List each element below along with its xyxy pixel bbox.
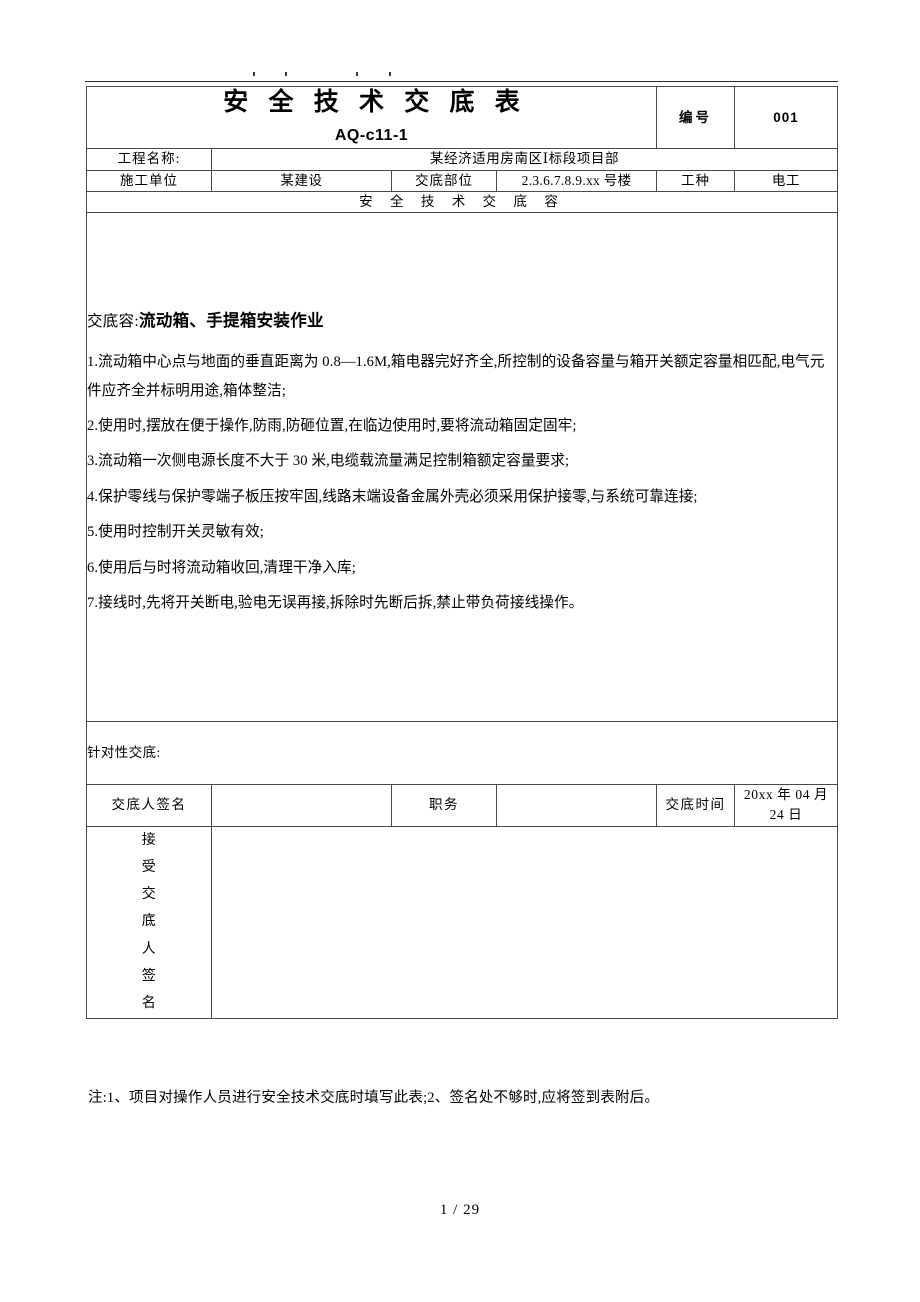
form-number-label: 编号 (656, 85, 736, 150)
receiver-label-char: 名 (141, 996, 157, 1012)
header-tick-mark (356, 72, 358, 76)
content-item: 7.接线时,先将开关断电,验电无误再接,拆除时先断后拆,禁止带负荷接线操作。 (87, 595, 584, 612)
receiver-signature-field[interactable] (210, 825, 839, 1019)
position-label: 职务 (391, 784, 497, 827)
receiver-label-char: 底 (141, 914, 157, 930)
header-rule (85, 81, 838, 82)
content-subject-label: 交底容: (87, 313, 140, 331)
content-item: 2.使用时,摆放在便于操作,防雨,防砸位置,在临边使用时,要将流动箱固定固牢; (87, 417, 577, 434)
content-item: 3.流动箱一次侧电源长度不大于 30 米,电缆载流量满足控制箱额定容量要求; (87, 453, 570, 470)
content-item: 6.使用后与时将流动箱收回,清理干净入库; (87, 559, 356, 576)
content-subject: 交底容:流动箱、手提箱安装作业 (87, 309, 837, 334)
form-title-row: 安 全 技 术 交 底 表 AQ-c11-1 编号 001 (85, 85, 839, 150)
header-tick-mark (389, 72, 391, 76)
receiver-signature-label: 接 受 交 底 人 签 名 (86, 825, 212, 1019)
receiver-signature-label-text: 接 受 交 底 人 签 名 (142, 827, 157, 1018)
presenter-signature-label: 交底人签名 (86, 784, 212, 827)
targeted-disclosure-label: 针对性交底: (87, 744, 161, 760)
receiver-label-char: 交 (141, 887, 157, 903)
construction-unit-row: 施工单位 某建设 交底部位 2.3.6.7.8.9.xx 号楼 工种 电工 (86, 169, 839, 192)
form-code: AQ-c11-1 (334, 127, 409, 145)
form-number-value: 001 (734, 85, 839, 150)
page-header-band (0, 0, 920, 86)
disclosure-part-value[interactable]: 2.3.6.7.8.9.xx 号楼 (495, 169, 658, 192)
trade-label: 工种 (656, 169, 736, 192)
content-item: 5.使用时控制开关灵敏有效; (87, 524, 264, 541)
form-title-cell: 安 全 技 术 交 底 表 AQ-c11-1 (85, 85, 658, 150)
section-heading: 安 全 技 术 交 底 容 (85, 190, 839, 214)
construction-unit-value[interactable]: 某建设 (211, 169, 392, 192)
disclosure-time-value[interactable]: 20xx 年 04 月 24 日 (734, 784, 839, 827)
content-item: 4.保护零线与保护零端子板压按牢固,线路末端设备金属外壳必须采用保护接零,与系统… (87, 488, 698, 505)
section-heading-row: 安 全 技 术 交 底 容 (85, 190, 839, 214)
receiver-label-char: 受 (141, 859, 157, 875)
receiver-signature-row: 接 受 交 底 人 签 名 (86, 825, 839, 1019)
header-tick-mark (285, 72, 287, 76)
project-name-label: 工程名称: (86, 148, 212, 171)
position-field[interactable] (495, 784, 658, 827)
receiver-label-char: 签 (141, 968, 157, 984)
content-item: 1.流动箱中心点与地面的垂直距离为 0.8—1.6M,箱电器完好齐全,所控制的设… (87, 354, 825, 399)
project-name-value[interactable]: 某经济适用房南区Ⅰ标段项目部 (210, 148, 839, 171)
disclosure-time-label: 交底时间 (656, 784, 736, 827)
targeted-disclosure-cell[interactable]: 针对性交底: (85, 721, 839, 785)
form-title: 安 全 技 术 交 底 表 (223, 89, 527, 116)
header-tick-mark (253, 72, 255, 76)
receiver-label-char: 接 (141, 832, 157, 848)
disclosure-part-label: 交底部位 (391, 169, 497, 192)
presenter-signature-field[interactable] (211, 784, 392, 827)
project-name-row: 工程名称: 某经济适用房南区Ⅰ标段项目部 (86, 148, 839, 171)
footer-note: 注:1、项目对操作人员进行安全技术交底时填写此表;2、签名处不够时,应将签到表附… (88, 1090, 660, 1106)
targeted-disclosure-row: 针对性交底: (85, 721, 839, 785)
content-row: 交底容:流动箱、手提箱安装作业 1.流动箱中心点与地面的垂直距离为 0.8—1.… (85, 212, 839, 722)
trade-value[interactable]: 电工 (734, 169, 839, 192)
content-subject-value: 流动箱、手提箱安装作业 (139, 311, 324, 331)
signature-row: 交底人签名 职务 交底时间 20xx 年 04 月 24 日 (86, 784, 839, 827)
page-number: 1 / 29 (439, 1202, 481, 1218)
safety-disclosure-form: 安 全 技 术 交 底 表 AQ-c11-1 编号 001 工程名称: 某经济适… (85, 85, 839, 1019)
content-cell[interactable]: 交底容:流动箱、手提箱安装作业 1.流动箱中心点与地面的垂直距离为 0.8—1.… (85, 212, 839, 722)
receiver-label-char: 人 (141, 941, 157, 957)
construction-unit-label: 施工单位 (86, 169, 212, 192)
